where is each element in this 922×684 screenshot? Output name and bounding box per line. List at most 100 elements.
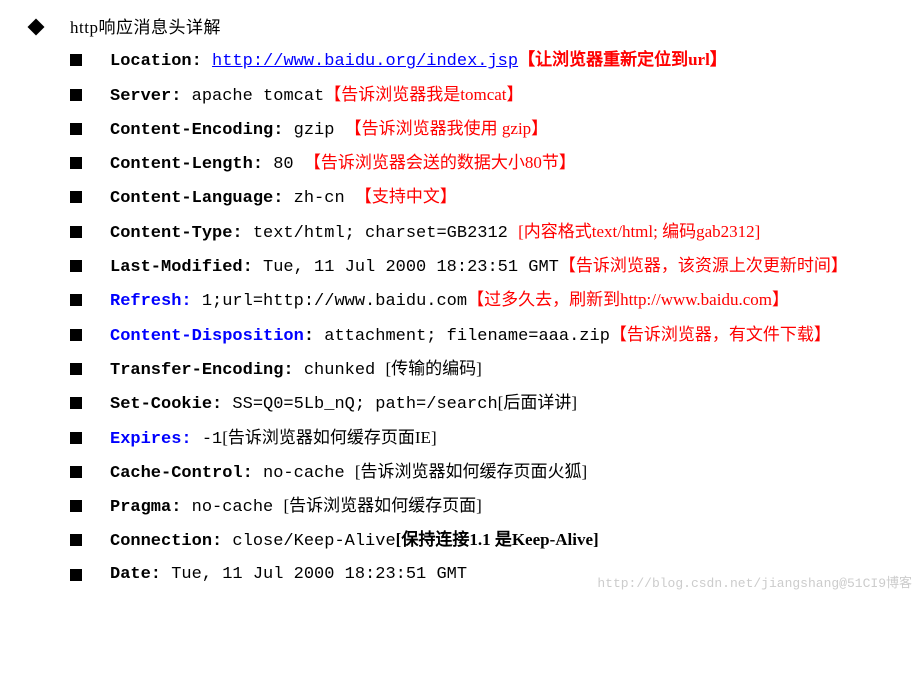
header-value: no-cache <box>192 498 284 517</box>
header-value: Tue, 11 Jul 2000 18:23:51 GMT <box>263 258 559 277</box>
header-name: Pragma: <box>110 498 181 517</box>
list-item: Last-Modified: Tue, 11 Jul 2000 18:23:51… <box>70 250 902 284</box>
header-value: chunked <box>304 361 386 380</box>
header-note: 【过多久去，刷新到http://www.baidu.com】 <box>467 290 789 309</box>
header-value: close/Keep-Alive <box>232 532 395 551</box>
square-bullet-icon <box>70 157 82 169</box>
header-value: SS=Q0=5Lb_nQ; path=/search <box>232 395 497 414</box>
header-note: [告诉浏览器如何缓存页面IE] <box>222 428 436 447</box>
list-item: Expires: -1[告诉浏览器如何缓存页面IE] <box>70 422 902 456</box>
header-name: Date: <box>110 565 161 584</box>
item-content: Set-Cookie: SS=Q0=5Lb_nQ; path=/search[后… <box>110 387 902 421</box>
square-bullet-icon <box>70 569 82 581</box>
item-content: Pragma: no-cache [告诉浏览器如何缓存页面] <box>110 490 902 524</box>
list-item: Set-Cookie: SS=Q0=5Lb_nQ; path=/search[后… <box>70 387 902 421</box>
header-value: no-cache <box>263 464 355 483</box>
header-name: Set-Cookie: <box>110 395 222 414</box>
square-bullet-icon <box>70 363 82 375</box>
header-value: text/html; charset=GB2312 <box>253 224 518 243</box>
square-bullet-icon <box>70 54 82 66</box>
header-note: 【告诉浏览器我使用 gzip】 <box>345 119 549 138</box>
header-note: [内容格式text/html; 编码gab2312] <box>518 222 760 241</box>
item-content: Server: apache tomcat【告诉浏览器我是tomcat】 <box>110 79 902 113</box>
list-item: Transfer-Encoding: chunked [传输的编码] <box>70 353 902 387</box>
list-item: Pragma: no-cache [告诉浏览器如何缓存页面] <box>70 490 902 524</box>
item-content: Content-Type: text/html; charset=GB2312 … <box>110 216 902 250</box>
square-bullet-icon <box>70 500 82 512</box>
header-value: attachment; filename=aaa.zip <box>324 327 610 346</box>
header-name: Cache-Control: <box>110 464 253 483</box>
list-item: Date: Tue, 11 Jul 2000 18:23:51 GMT <box>70 559 902 591</box>
title-row: http响应消息头详解 <box>30 12 902 44</box>
item-content: Expires: -1[告诉浏览器如何缓存页面IE] <box>110 422 902 456</box>
list-item: Connection: close/Keep-Alive[保持连接1.1 是Ke… <box>70 524 902 558</box>
list-item: Content-Disposition: attachment; filenam… <box>70 319 902 353</box>
square-bullet-icon <box>70 191 82 203</box>
header-note: [后面详讲] <box>498 393 577 412</box>
header-name: Location: <box>110 52 202 71</box>
header-note: [保持连接1.1 是Keep-Alive] <box>396 530 599 549</box>
header-name: Transfer-Encoding: <box>110 361 294 380</box>
header-note: [告诉浏览器如何缓存页面火狐] <box>355 462 587 481</box>
header-name: Server: <box>110 87 181 106</box>
list-item: Content-Language: zh-cn 【支持中文】 <box>70 181 902 215</box>
header-note: [告诉浏览器如何缓存页面] <box>283 496 481 515</box>
item-content: Content-Disposition: attachment; filenam… <box>110 319 902 353</box>
header-value: Tue, 11 Jul 2000 18:23:51 GMT <box>171 565 467 584</box>
header-value: 1;url=http://www.baidu.com <box>202 292 467 311</box>
header-note: 【告诉浏览器会送的数据大小80节】 <box>304 153 576 172</box>
item-content: Location: http://www.baidu.org/index.jsp… <box>110 44 902 78</box>
header-name: Content-Length: <box>110 155 263 174</box>
list-item: Content-Type: text/html; charset=GB2312 … <box>70 216 902 250</box>
header-name: Expires: <box>110 430 192 449</box>
header-note: 【告诉浏览器，该资源上次更新时间】 <box>559 256 848 275</box>
header-name: Content-Encoding: <box>110 121 283 140</box>
page-title: http响应消息头详解 <box>70 12 221 44</box>
square-bullet-icon <box>70 89 82 101</box>
square-bullet-icon <box>70 123 82 135</box>
item-content: Content-Language: zh-cn 【支持中文】 <box>110 181 902 215</box>
item-content: Connection: close/Keep-Alive[保持连接1.1 是Ke… <box>110 524 902 558</box>
header-value: zh-cn <box>294 189 355 208</box>
square-bullet-icon <box>70 466 82 478</box>
header-value: gzip <box>294 121 345 140</box>
item-content: Content-Encoding: gzip 【告诉浏览器我使用 gzip】 <box>110 113 902 147</box>
square-bullet-icon <box>70 329 82 341</box>
item-content: Content-Length: 80 【告诉浏览器会送的数据大小80节】 <box>110 147 902 181</box>
header-name: Connection: <box>110 532 222 551</box>
item-content: Last-Modified: Tue, 11 Jul 2000 18:23:51… <box>110 250 902 284</box>
header-name: Content-Language: <box>110 189 283 208</box>
item-content: Transfer-Encoding: chunked [传输的编码] <box>110 353 902 387</box>
header-note: 【告诉浏览器我是tomcat】 <box>324 85 523 104</box>
square-bullet-icon <box>70 226 82 238</box>
colon: : <box>304 327 314 346</box>
list-item: Server: apache tomcat【告诉浏览器我是tomcat】 <box>70 79 902 113</box>
header-list: Location: http://www.baidu.org/index.jsp… <box>30 44 902 591</box>
header-link[interactable]: http://www.baidu.org/index.jsp <box>212 52 518 71</box>
square-bullet-icon <box>70 397 82 409</box>
list-item: Cache-Control: no-cache [告诉浏览器如何缓存页面火狐] <box>70 456 902 490</box>
header-note: 【告诉浏览器，有文件下载】 <box>610 325 831 344</box>
header-value: -1 <box>202 430 222 449</box>
list-item: Location: http://www.baidu.org/index.jsp… <box>70 44 902 78</box>
square-bullet-icon <box>70 534 82 546</box>
list-item: Content-Length: 80 【告诉浏览器会送的数据大小80节】 <box>70 147 902 181</box>
header-note: 【让浏览器重新定位到url】 <box>518 50 727 69</box>
item-content: Date: Tue, 11 Jul 2000 18:23:51 GMT <box>110 559 902 591</box>
header-name: Refresh: <box>110 292 192 311</box>
square-bullet-icon <box>70 432 82 444</box>
square-bullet-icon <box>70 294 82 306</box>
header-name: Content-Disposition <box>110 327 304 346</box>
header-note: 【支持中文】 <box>355 187 457 206</box>
header-name: Content-Type: <box>110 224 243 243</box>
header-value: 80 <box>273 155 304 174</box>
header-value: apache tomcat <box>192 87 325 106</box>
diamond-bullet-icon <box>28 19 45 36</box>
header-name: Last-Modified: <box>110 258 253 277</box>
item-content: Cache-Control: no-cache [告诉浏览器如何缓存页面火狐] <box>110 456 902 490</box>
list-item: Refresh: 1;url=http://www.baidu.com【过多久去… <box>70 284 902 318</box>
square-bullet-icon <box>70 260 82 272</box>
item-content: Refresh: 1;url=http://www.baidu.com【过多久去… <box>110 284 902 318</box>
list-item: Content-Encoding: gzip 【告诉浏览器我使用 gzip】 <box>70 113 902 147</box>
header-note: [传输的编码] <box>385 359 481 378</box>
